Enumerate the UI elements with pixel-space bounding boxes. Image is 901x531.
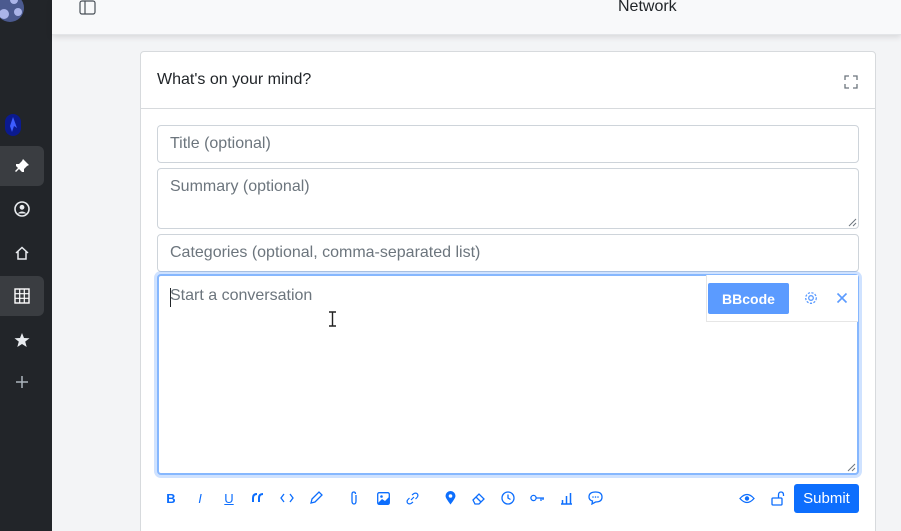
summary-input[interactable]: Summary (optional)	[157, 168, 859, 229]
home-icon	[15, 246, 29, 260]
summary-placeholder: Summary (optional)	[170, 178, 310, 195]
app-logo-icon[interactable]	[0, 0, 30, 28]
paperclip-icon	[351, 491, 357, 505]
comment-icon	[587, 491, 603, 505]
attach-button[interactable]	[346, 489, 362, 507]
bar-chart-icon	[560, 492, 572, 505]
pencil-button[interactable]	[308, 489, 324, 507]
link-icon	[406, 492, 418, 504]
title-input[interactable]: Title (optional)	[157, 125, 859, 163]
avatar[interactable]	[5, 114, 21, 136]
body-placeholder: Start a conversation	[170, 287, 313, 304]
sidebar-toggle-icon[interactable]	[79, 0, 96, 15]
sidebar-item-add[interactable]	[0, 362, 44, 402]
composer-title: What's on your mind?	[157, 71, 312, 88]
resize-handle-icon[interactable]	[847, 217, 857, 227]
grid-icon	[14, 288, 30, 304]
underline-button[interactable]: U	[221, 489, 237, 507]
pin-icon	[15, 159, 29, 172]
user-circle-icon	[14, 201, 30, 217]
code-button[interactable]	[279, 489, 295, 507]
eraser-icon	[472, 492, 485, 505]
title-placeholder: Title (optional)	[170, 135, 271, 152]
composer-card: What's on your mind? Title (optional) Su…	[140, 51, 876, 531]
location-pin-icon	[445, 491, 455, 505]
composer-header: What's on your mind?	[141, 52, 875, 109]
sidebar-item-home[interactable]	[0, 233, 44, 273]
schedule-button[interactable]	[500, 489, 516, 507]
code-icon	[280, 493, 294, 503]
sidebar-item-network[interactable]	[0, 276, 44, 316]
comment-button[interactable]	[587, 489, 603, 507]
bbcode-toolbar: BBcode	[706, 275, 858, 322]
categories-placeholder: Categories (optional, comma-separated li…	[170, 244, 481, 261]
bbcode-button[interactable]: BBcode	[708, 283, 789, 314]
star-icon	[14, 333, 30, 347]
key-icon	[529, 494, 544, 502]
sidebar-item-pinned[interactable]	[0, 146, 44, 186]
text-cursor-icon	[329, 311, 336, 327]
image-icon	[376, 491, 390, 505]
page-title: Network	[618, 0, 677, 15]
visibility-button[interactable]	[770, 489, 786, 507]
sidebar-item-profile[interactable]	[0, 189, 44, 229]
fullscreen-icon[interactable]	[844, 75, 858, 89]
link-button[interactable]	[404, 489, 420, 507]
permissions-button[interactable]	[529, 489, 545, 507]
clock-icon	[501, 491, 515, 505]
sidebar-item-favorites[interactable]	[0, 320, 44, 360]
eraser-button[interactable]	[471, 489, 487, 507]
italic-button[interactable]: I	[192, 489, 208, 507]
unlock-icon	[771, 490, 785, 506]
top-bar: Network	[52, 0, 901, 35]
eye-icon	[739, 493, 755, 503]
gear-icon[interactable]	[804, 291, 818, 305]
image-button[interactable]	[375, 489, 391, 507]
categories-input[interactable]: Categories (optional, comma-separated li…	[157, 234, 859, 272]
quote-icon	[252, 493, 264, 502]
location-button[interactable]	[442, 489, 458, 507]
pencil-icon	[310, 491, 323, 504]
quote-button[interactable]	[250, 489, 266, 507]
submit-button[interactable]: Submit	[794, 484, 859, 513]
poll-button[interactable]	[558, 489, 574, 507]
resize-handle-icon[interactable]	[846, 462, 856, 472]
left-sidebar	[0, 0, 52, 531]
bold-button[interactable]: B	[163, 489, 179, 507]
preview-button[interactable]	[739, 489, 755, 507]
close-icon[interactable]	[836, 292, 848, 304]
plus-icon	[16, 376, 28, 388]
